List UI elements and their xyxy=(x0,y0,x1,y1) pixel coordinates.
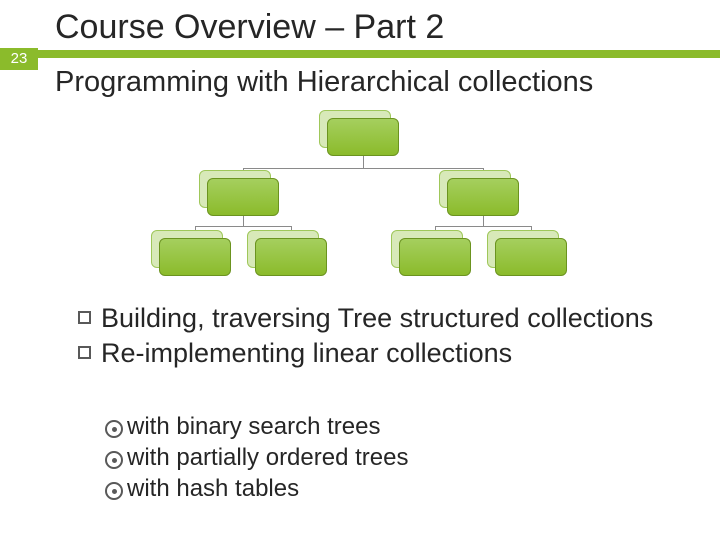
sub-bullet-text: with partially ordered trees xyxy=(127,443,408,473)
list-item: Building, traversing Tree structured col… xyxy=(78,302,698,335)
bullet-text: Building, traversing Tree structured col… xyxy=(101,302,653,335)
target-bullet-icon xyxy=(105,482,119,496)
list-item: with binary search trees xyxy=(105,412,695,442)
title-underline xyxy=(0,50,720,58)
sub-bullet-text: with hash tables xyxy=(127,474,299,504)
slide-subtitle: Programming with Hierarchical collection… xyxy=(55,66,593,99)
sub-bullet-text: with binary search trees xyxy=(127,412,380,442)
bullet-text: Re-implementing linear collections xyxy=(101,337,512,370)
list-item: with partially ordered trees xyxy=(105,443,695,473)
sub-bullet-list: with binary search trees with partially … xyxy=(105,412,695,505)
target-bullet-icon xyxy=(105,451,119,465)
square-bullet-icon xyxy=(78,311,91,324)
bullet-list: Building, traversing Tree structured col… xyxy=(78,302,698,372)
target-bullet-icon xyxy=(105,420,119,434)
list-item: Re-implementing linear collections xyxy=(78,337,698,370)
tree-diagram xyxy=(155,110,555,280)
slide-number-badge: 23 xyxy=(0,48,38,70)
square-bullet-icon xyxy=(78,346,91,359)
list-item: with hash tables xyxy=(105,474,695,504)
slide-title: Course Overview – Part 2 xyxy=(55,8,444,47)
